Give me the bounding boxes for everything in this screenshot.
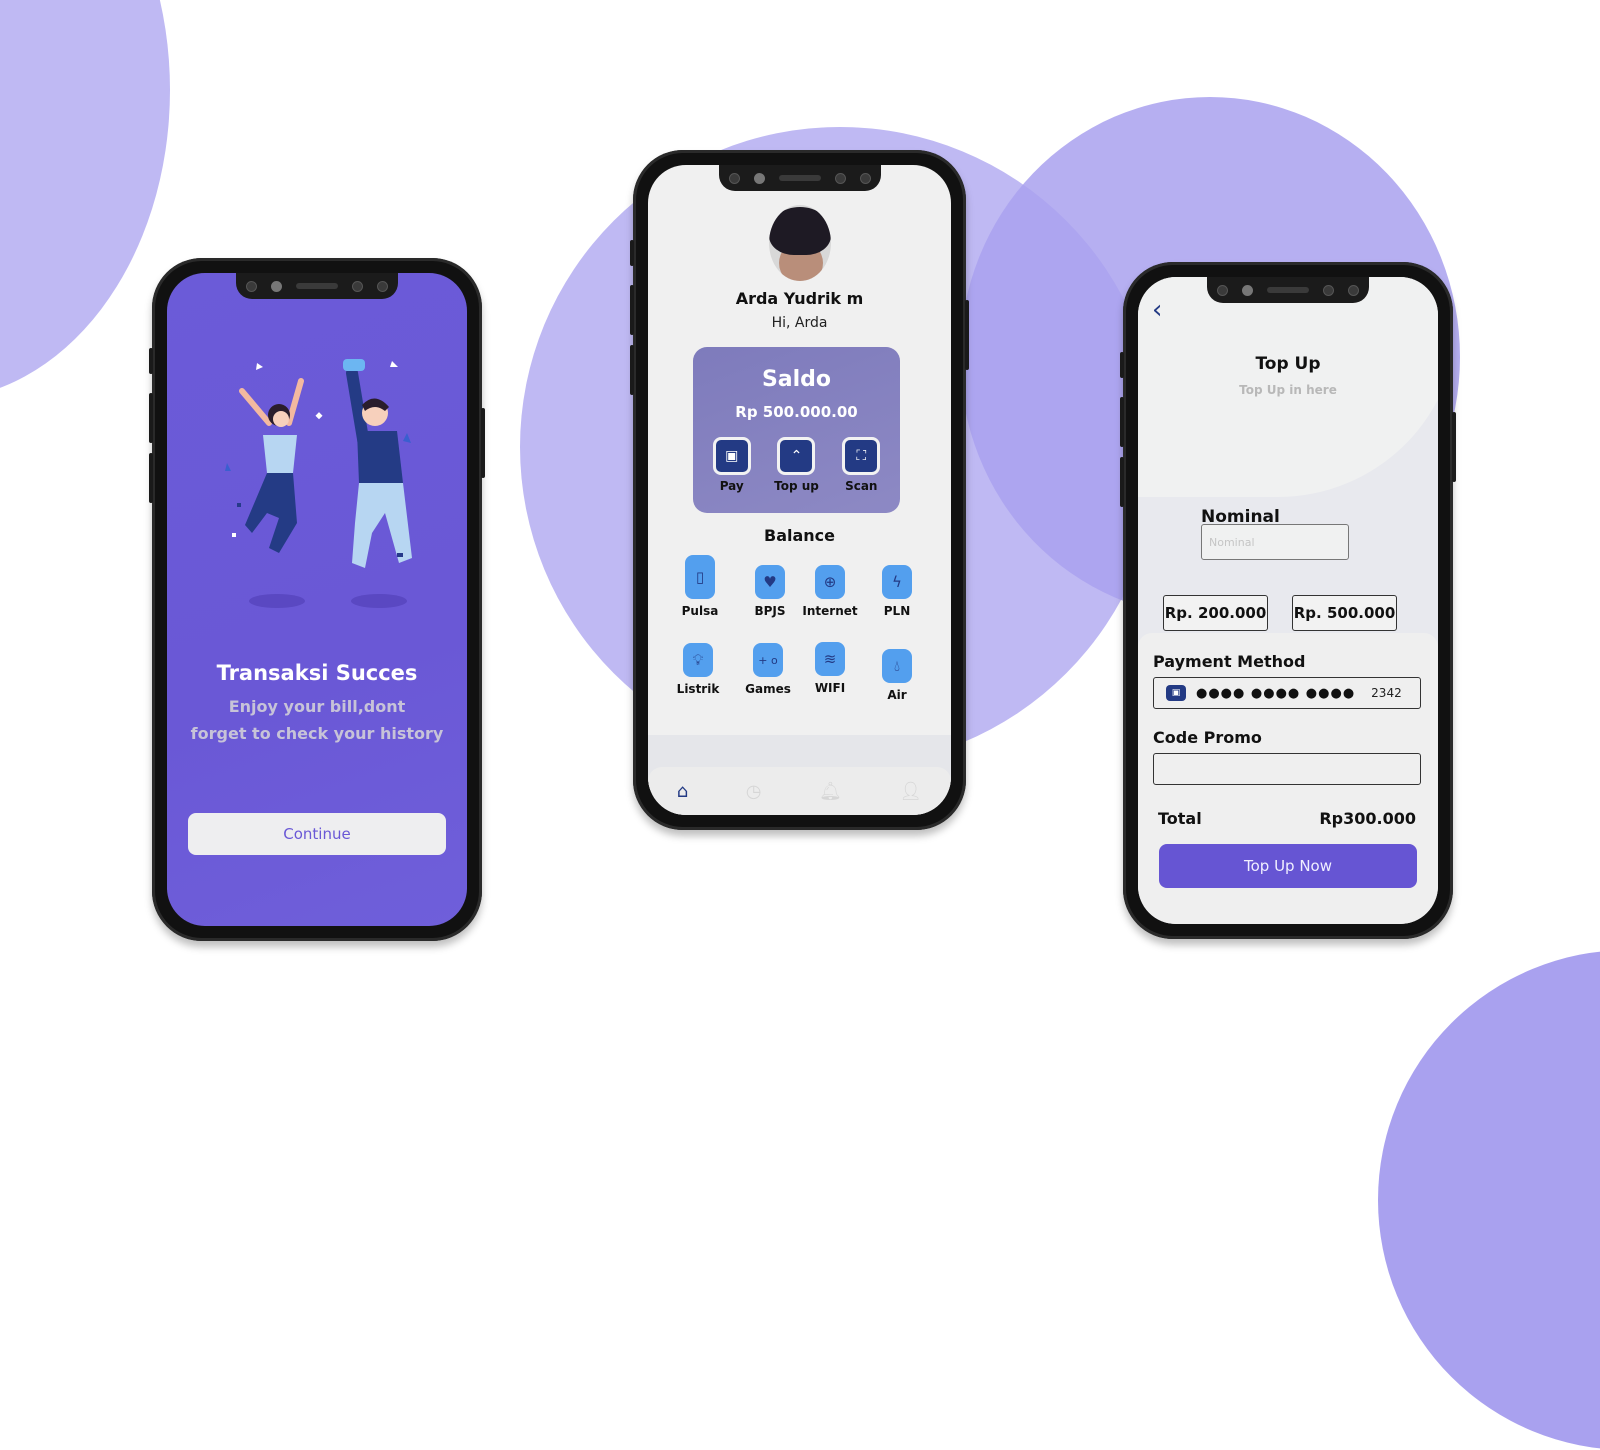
phone-side-button <box>481 408 485 478</box>
phone-side-button <box>149 453 153 503</box>
service-pln[interactable]: ϟ PLN <box>867 565 927 618</box>
saldo-title: Saldo <box>761 367 832 392</box>
saldo-amount: Rp 500.000.00 <box>735 403 858 421</box>
phone-side-button <box>149 393 153 443</box>
quick-action-label: Pay <box>719 479 744 493</box>
payment-method-field[interactable]: ▣ ●●●● ●●●● ●●●● 2342 <box>1153 677 1421 709</box>
quick-actions: ▣ Pay ⌃ Top up ⛶ Scan <box>693 437 900 493</box>
card-number-mask: ●●●● ●●●● ●●●● <box>1196 685 1356 701</box>
service-label: Air <box>887 688 907 702</box>
top-up-icon: ⌃ <box>777 437 816 475</box>
user-name: Arda Yudrik m <box>735 289 864 308</box>
bottom-nav: ⌂ ◷ 🔔︎ 👤︎ <box>648 767 951 815</box>
payment-method-label: Payment Method <box>1153 652 1306 671</box>
phone-side-button <box>1120 352 1124 378</box>
wallet-icon: ▣ <box>712 437 751 475</box>
service-air[interactable]: 💧︎ Air <box>867 649 927 702</box>
service-label: PLN <box>883 604 911 618</box>
scan-icon: ⛶ <box>842 437 881 475</box>
promo-code-label: Code Promo <box>1153 728 1262 747</box>
quick-action-label: Scan <box>845 479 878 493</box>
service-label: WIFI <box>814 681 846 695</box>
user-icon[interactable]: 👤︎ <box>899 781 922 802</box>
balance-heading: Balance <box>764 526 835 545</box>
lightning-icon: ϟ <box>882 565 912 599</box>
heart-icon: ♥ <box>755 565 785 599</box>
phone-side-button <box>1120 397 1124 447</box>
lightbulb-icon: 💡︎ <box>683 643 713 677</box>
celebration-illustration <box>225 359 412 608</box>
continue-button[interactable]: Continue <box>188 813 446 855</box>
service-listrik[interactable]: 💡︎ Listrik <box>668 643 728 696</box>
top-up-button[interactable]: ⌃ Top up <box>774 437 819 493</box>
phone-notch <box>1207 277 1369 303</box>
scan-button[interactable]: ⛶ Scan <box>842 437 881 493</box>
service-label: BPJS <box>754 604 786 618</box>
back-chevron-icon[interactable]: ‹ <box>1152 295 1162 325</box>
subtitle-line: forget to check your history <box>190 724 444 743</box>
service-pulsa[interactable]: ▯ Pulsa <box>670 555 730 618</box>
greeting: Hi, Arda <box>771 315 828 331</box>
shadow <box>351 594 407 608</box>
wifi-icon: ≋ <box>815 642 845 676</box>
phone-side-button <box>965 300 969 370</box>
phone-side-button <box>630 240 634 266</box>
phone-notch <box>718 165 881 191</box>
screen: Transaksi Succes Enjoy your bill,dont fo… <box>167 273 467 926</box>
saldo-card: Saldo Rp 500.000.00 ▣ Pay ⌃ Top up ⛶ Sca… <box>693 347 900 513</box>
amount-option-500000[interactable]: Rp. 500.000 <box>1292 595 1397 631</box>
screen: ‹ Top Up Top Up in here Nominal Rp. 200.… <box>1138 277 1438 924</box>
phone-side-button <box>630 345 634 395</box>
total-value: Rp300.000 <box>1319 809 1416 828</box>
service-label: Games <box>745 682 791 696</box>
bell-icon[interactable]: 🔔︎ <box>819 781 842 802</box>
gamepad-icon: + o <box>753 643 783 677</box>
screen: Arda Yudrik m Hi, Arda Saldo Rp 500.000.… <box>648 165 951 815</box>
phone-side-button <box>149 348 153 374</box>
success-subtitle: Enjoy your bill,dont forget to check you… <box>167 693 467 747</box>
page-subtitle: Top Up in here <box>1239 383 1337 397</box>
nominal-input[interactable] <box>1201 524 1349 560</box>
amount-option-200000[interactable]: Rp. 200.000 <box>1163 595 1268 631</box>
success-title: Transaksi Succes <box>216 661 418 685</box>
page-title: Top Up <box>1255 354 1321 374</box>
top-up-now-button[interactable]: Top Up Now <box>1159 844 1417 888</box>
total-label: Total <box>1158 809 1202 828</box>
service-games[interactable]: + o Games <box>738 643 798 696</box>
service-label: Pulsa <box>681 604 719 618</box>
phone-side-button <box>1452 412 1456 482</box>
background-blob-bottom-right <box>1378 950 1600 1450</box>
promo-code-input[interactable] <box>1153 753 1421 785</box>
phone-topup-screen: ‹ Top Up Top Up in here Nominal Rp. 200.… <box>1120 262 1456 939</box>
service-label: Listrik <box>676 682 720 696</box>
services-grid: ▯ Pulsa ♥ BPJS ⊕ Internet ϟ PLN 💡︎ Listr… <box>668 555 937 715</box>
service-internet[interactable]: ⊕ Internet <box>800 565 860 618</box>
phone-notch <box>236 273 398 299</box>
service-wifi[interactable]: ≋ WIFI <box>800 642 860 695</box>
service-label: Internet <box>802 604 858 618</box>
phone-side-button <box>1120 457 1124 507</box>
phone-icon: ▯ <box>685 555 715 599</box>
subtitle-line: Enjoy your bill,dont <box>228 697 406 716</box>
phone-home-screen: Arda Yudrik m Hi, Arda Saldo Rp 500.000.… <box>630 150 969 830</box>
phone-side-button <box>630 285 634 335</box>
clock-icon[interactable]: ◷ <box>746 781 762 802</box>
card-last4: 2342 <box>1371 686 1402 700</box>
service-bpjs[interactable]: ♥ BPJS <box>740 565 800 618</box>
home-icon[interactable]: ⌂ <box>677 781 688 802</box>
wallet-icon: ▣ <box>1166 685 1186 701</box>
shadow <box>249 594 305 608</box>
globe-icon: ⊕ <box>815 565 845 599</box>
pay-button[interactable]: ▣ Pay <box>712 437 751 493</box>
avatar[interactable] <box>768 205 831 281</box>
phone-success-screen: Transaksi Succes Enjoy your bill,dont fo… <box>149 258 485 941</box>
water-drop-icon: 💧︎ <box>882 649 912 683</box>
quick-action-label: Top up <box>774 479 819 493</box>
bottom-area: ⌂ ◷ 🔔︎ 👤︎ <box>648 735 951 815</box>
background-blob-top-left <box>0 0 170 400</box>
